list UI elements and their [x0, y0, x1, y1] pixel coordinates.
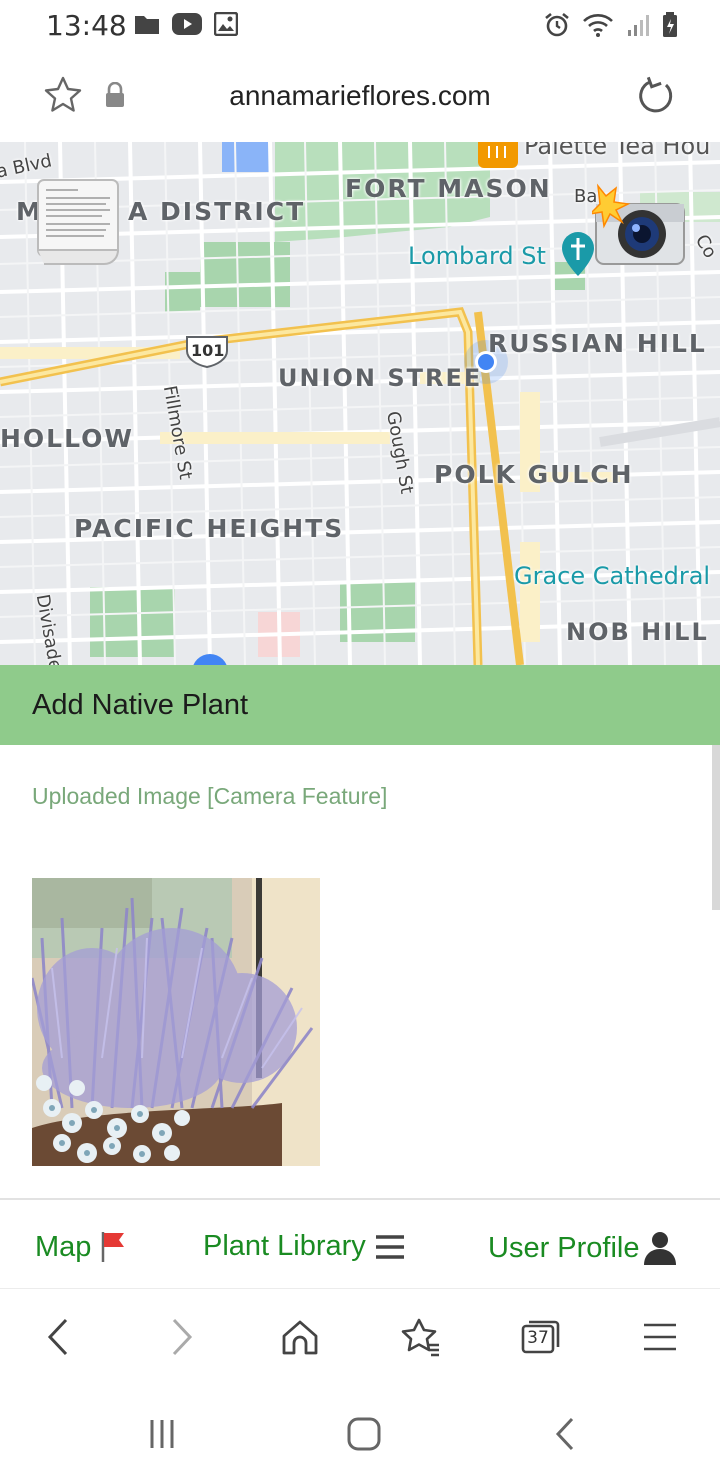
chevron-left-icon: [47, 1318, 68, 1356]
alarm-icon: [545, 12, 569, 37]
content-scrollbar[interactable]: [712, 745, 720, 910]
menu-button[interactable]: [638, 1315, 682, 1359]
hamburger-icon: [644, 1323, 676, 1351]
reload-icon[interactable]: [636, 76, 676, 116]
forward-button[interactable]: [160, 1315, 204, 1359]
home-rounded-square-icon: [347, 1417, 381, 1451]
neighborhood-hollow: HOLLOW: [0, 424, 134, 453]
neighborhood-marina-right: A DISTRICT: [128, 197, 306, 226]
recent-apps-icon: [150, 1420, 174, 1448]
back-button[interactable]: [36, 1315, 80, 1359]
poi-lombard-st: Lombard St: [408, 242, 546, 270]
star-list-icon: [401, 1318, 439, 1357]
signal-icon: [628, 15, 649, 36]
lavender-photo: [32, 878, 320, 1166]
url-text[interactable]: annamarieflores.com: [0, 80, 720, 112]
status-right-icons: [544, 12, 678, 38]
back-system-button[interactable]: [544, 1412, 588, 1456]
home-system-button[interactable]: [342, 1412, 386, 1456]
chevron-right-icon: [172, 1318, 193, 1356]
flag-icon: [102, 1232, 125, 1262]
nav-map[interactable]: Map: [35, 1230, 129, 1264]
nav-library-label: Plant Library: [203, 1230, 366, 1262]
uploaded-image-label: Uploaded Image [Camera Feature]: [32, 783, 388, 809]
browser-toolbar: 37: [0, 1288, 720, 1384]
battery-icon: [663, 12, 677, 37]
image-icon: [214, 12, 238, 36]
poi-grace-cathedral: Grace Cathedral: [514, 562, 711, 590]
recent-apps-button[interactable]: [140, 1412, 184, 1456]
plant-photo[interactable]: [32, 878, 320, 1166]
user-silhouette-icon: [643, 1232, 676, 1265]
status-left-icons: [134, 12, 238, 36]
highway-label: 101: [191, 341, 225, 360]
poi-palette-tea-house: Palette Tea Hou: [524, 142, 711, 160]
camera-icon[interactable]: [592, 182, 688, 278]
add-plant-form: Uploaded Image [Camera Feature]: [0, 745, 720, 1200]
youtube-icon: [172, 13, 202, 35]
nav-user-profile[interactable]: User Profile: [488, 1230, 678, 1266]
tab-count: 37: [527, 1328, 549, 1348]
status-time: 13:48: [46, 9, 127, 42]
wifi-icon: [583, 14, 613, 37]
neighborhood-fort-mason: FORT MASON: [345, 174, 552, 203]
nav-profile-label: User Profile: [488, 1231, 640, 1264]
system-nav-bar: [0, 1384, 720, 1480]
map-view[interactable]: 101 Palette Tea Hou FORT MASON M A DISTR…: [0, 142, 720, 665]
scroll-note-icon[interactable]: [34, 178, 126, 270]
add-plant-header: Add Native Plant: [0, 665, 720, 745]
nav-map-label: Map: [35, 1230, 92, 1263]
neighborhood-pacific-heights: PACIFIC HEIGHTS: [74, 514, 345, 543]
home-button[interactable]: [278, 1315, 322, 1359]
status-bar: 13:48: [0, 0, 720, 52]
tabs-button[interactable]: 37: [518, 1315, 562, 1359]
home-icon: [282, 1320, 318, 1355]
nav-plant-library[interactable]: Plant Library: [203, 1230, 406, 1263]
app-bottom-nav: Map Plant Library User Profile: [0, 1198, 720, 1288]
menu-lines-icon: [375, 1234, 404, 1259]
add-plant-title: Add Native Plant: [32, 689, 249, 721]
neighborhood-nob-hill: NOB HILL: [566, 618, 709, 646]
folder-icon: [135, 16, 159, 34]
url-bar: annamarieflores.com: [0, 52, 720, 142]
back-chevron-icon: [555, 1417, 574, 1451]
bookmarks-button[interactable]: [398, 1315, 442, 1359]
neighborhood-polk-gulch: POLK GULCH: [434, 460, 634, 489]
neighborhood-union-street: UNION STREE: [278, 364, 483, 392]
neighborhood-russian-hill: RUSSIAN HILL: [488, 329, 707, 358]
